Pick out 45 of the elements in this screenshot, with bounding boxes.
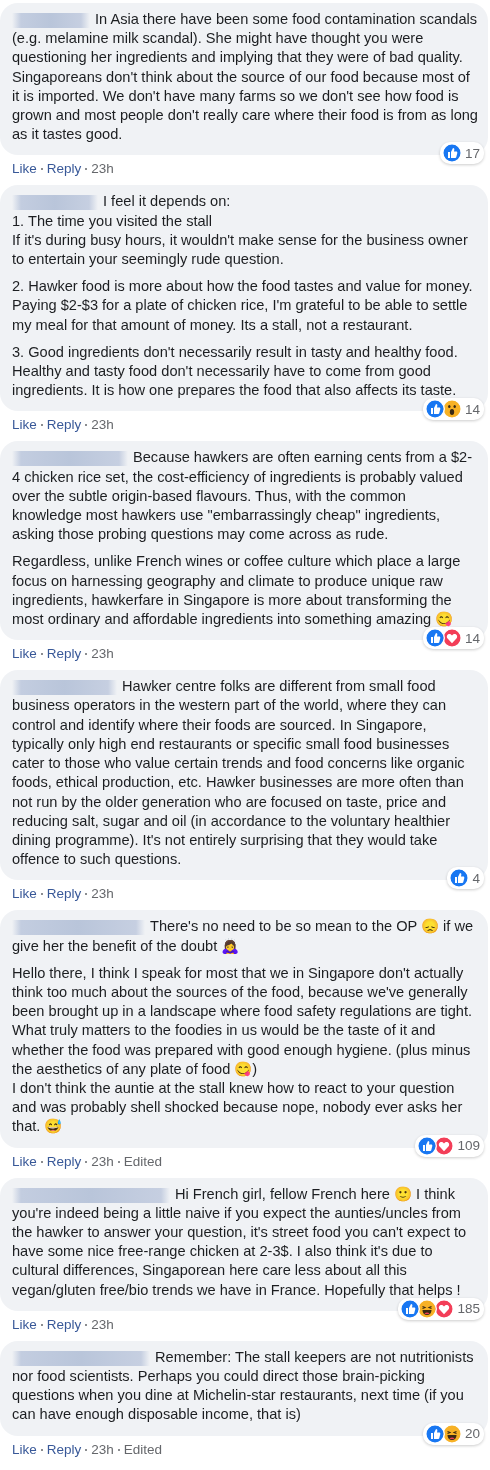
comment-text: In Asia there have been some food contamination scandals (e.g. melamine milk scandal). She might have thought you were questioning her ingredients and implying that they were of bad quality. Singaporeans don't think about the source of our food because most of it is imported. We don't have many farms so we don't see how food is grown and most people don't really care where their food is from as long as it tastes good. [12, 10, 478, 145]
like-link[interactable]: Like [12, 646, 37, 663]
comment-text: Regardless, unlike French wines or coffee culture which place a large focus on harnessing geography and climate to produce unique raw ingredients, hawkerfare in Singapore is more about transforming the most ordinary and affordable ingredients into something amazing 😋 [12, 552, 462, 630]
like-reaction-icon [449, 868, 470, 889]
love-reaction-icon [434, 1298, 455, 1319]
like-link[interactable]: Like [12, 1441, 37, 1458]
reply-link[interactable]: Reply [46, 1153, 82, 1170]
like-link[interactable]: Like [12, 1316, 37, 1333]
timestamp: 23h [91, 161, 114, 178]
like-reaction-icon [424, 1423, 445, 1444]
reaction-summary[interactable]: 185 [398, 1297, 484, 1320]
like-reaction-icon [417, 1135, 438, 1156]
timestamp: 23h [91, 1153, 114, 1170]
reply-link[interactable]: Reply [46, 646, 82, 663]
reply-link[interactable]: Reply [46, 1441, 82, 1458]
comment-text: Hello there, I think I speak for most that we in Singapore don't actually think too much about the sources of the food, because we've generally been brought up in a landscape where food safety regulations are tight. What truly matters to the foodies in us would be the taste of it and whether the food was prepared with good enough hygiene. (plus minus the aesthetics of any plate of food 😋) I don't think the auntie at the stall knew how to react to your question and was probably shell shocked because nope, nobody ever asks her that. 😅 [12, 963, 474, 1137]
like-link[interactable]: Like [12, 886, 37, 903]
reply-link[interactable]: Reply [46, 417, 82, 434]
like-link[interactable]: Like [12, 161, 37, 178]
reply-link[interactable]: Reply [46, 886, 82, 903]
like-link[interactable]: Like [12, 417, 37, 434]
reaction-summary[interactable]: 14 [422, 398, 484, 421]
timestamp: 23h [91, 886, 114, 903]
edited-label: Edited [123, 1153, 163, 1170]
comment-text: 3. Good ingredients don't necessarily result in tasty and healthy food. Healthy and tasty food don't necessarily have to come from good ingredients. It is how one prepares the food that also affects its taste. [12, 342, 459, 401]
like-reaction-icon [424, 399, 445, 420]
reaction-summary[interactable]: 20 [422, 1422, 484, 1445]
timestamp: 23h [91, 1316, 114, 1333]
comment-text: 2. Hawker food is more about how the food tastes and value for money. Paying $2-$3 for a plate of chicken rice, I'm grateful to be able to settle my meal for that amount of money. Its a stall, not a restaurant. [12, 277, 474, 335]
like-link[interactable]: Like [12, 1153, 37, 1170]
timestamp: 23h [91, 646, 114, 663]
like-reaction-icon [441, 143, 462, 164]
reaction-summary[interactable]: 109 [415, 1134, 484, 1157]
reply-link[interactable]: Reply [46, 161, 82, 178]
reaction-summary[interactable]: 14 [422, 627, 484, 650]
timestamp: 23h [91, 1441, 114, 1458]
like-reaction-icon [400, 1298, 421, 1319]
timestamp: 23h [91, 417, 114, 434]
reaction-summary[interactable]: 17 [439, 142, 484, 165]
like-reaction-icon [424, 628, 445, 649]
reaction-summary[interactable]: 4 [447, 867, 484, 890]
reply-link[interactable]: Reply [46, 1316, 82, 1333]
love-reaction-icon [434, 1135, 455, 1156]
haha-reaction-icon [417, 1298, 438, 1319]
edited-label: Edited [123, 1441, 163, 1458]
